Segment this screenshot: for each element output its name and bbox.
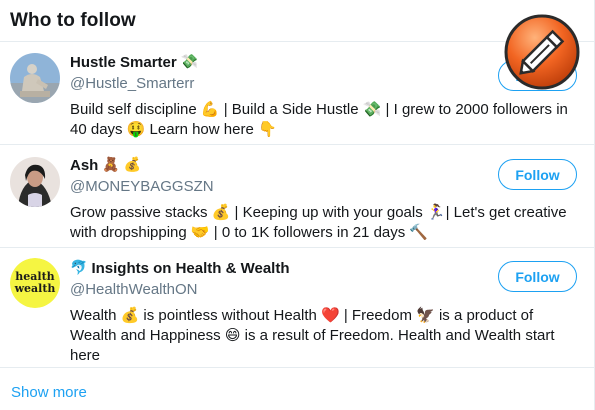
person-photo-avatar-icon xyxy=(10,157,60,207)
teddy-bear-icon: 🧸 xyxy=(102,157,120,173)
money-bag-icon: 💰 xyxy=(123,157,142,173)
avatar[interactable] xyxy=(10,157,60,207)
health-wealth-logo: health wealth xyxy=(10,258,60,308)
show-more-link[interactable]: Show more xyxy=(11,384,87,401)
pencil-edit-icon[interactable] xyxy=(500,10,584,94)
user-bio: Grow passive stacks 💰 | Keeping up with … xyxy=(70,204,567,241)
user-bio: Wealth 💰 is pointless without Health ❤️ … xyxy=(70,307,555,364)
logo-text-wealth: wealth xyxy=(14,282,56,295)
avatar[interactable] xyxy=(10,53,60,103)
user-name[interactable]: Insights on Health & Wealth xyxy=(91,260,289,277)
avatar[interactable]: health wealth xyxy=(10,258,60,308)
user-row[interactable]: health wealth 🐬 Insights on Health & Wea… xyxy=(0,248,594,368)
user-name[interactable]: Ash xyxy=(70,157,98,174)
user-bio: Build self discipline 💪 | Build a Side H… xyxy=(70,101,568,138)
user-name[interactable]: Hustle Smarter xyxy=(70,54,177,71)
user-row[interactable]: Ash 🧸 💰 @MONEYBAGGSZN Grow passive stack… xyxy=(0,145,594,248)
follow-button[interactable]: Follow xyxy=(498,159,577,190)
dolphin-icon: 🐬 xyxy=(70,260,88,276)
follow-button[interactable]: Follow xyxy=(498,261,577,292)
money-wings-icon: 💸 xyxy=(180,54,199,70)
statue-avatar-icon xyxy=(10,53,60,103)
